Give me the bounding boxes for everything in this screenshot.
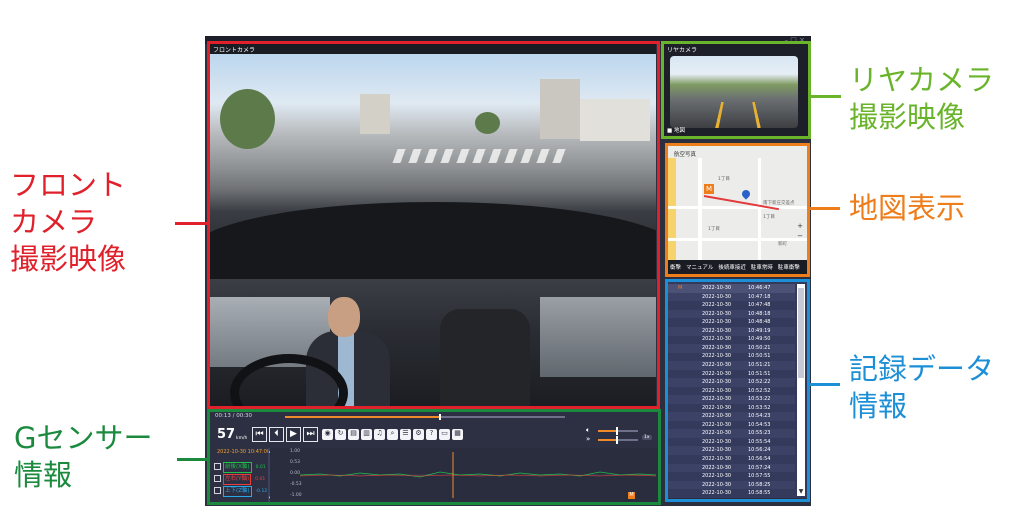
callout-line: フロント xyxy=(10,168,127,202)
callout-line: カメラ xyxy=(10,205,98,239)
callout-line: 撮影映像 xyxy=(10,242,127,276)
gsensor-callout: Gセンサー 情報 xyxy=(14,420,152,494)
records-highlight xyxy=(665,279,810,502)
callout-line: Gセンサー xyxy=(14,421,153,455)
front-callout: フロント カメラ 撮影映像 xyxy=(10,167,126,278)
rear-connector xyxy=(811,95,841,98)
records-connector xyxy=(810,383,840,386)
callout-line: 情報 xyxy=(14,458,73,492)
rear-camera-highlight xyxy=(661,41,811,139)
map-highlight xyxy=(665,143,810,277)
callout-line: 撮影映像 xyxy=(849,100,966,134)
callout-line: 情報 xyxy=(849,389,908,423)
map-connector xyxy=(810,207,840,210)
front-camera-highlight xyxy=(207,41,660,409)
front-connector xyxy=(175,222,207,225)
map-callout: 地図表示 xyxy=(849,190,965,227)
callout-line: リヤカメラ xyxy=(849,63,995,97)
gsensor-connector xyxy=(177,458,207,461)
callout-line: 記録データ xyxy=(849,352,995,386)
rear-callout: リヤカメラ 撮影映像 xyxy=(849,62,994,136)
gsensor-highlight xyxy=(207,409,661,505)
callout-line: 地図表示 xyxy=(849,191,966,225)
records-callout: 記録データ 情報 xyxy=(849,351,994,425)
